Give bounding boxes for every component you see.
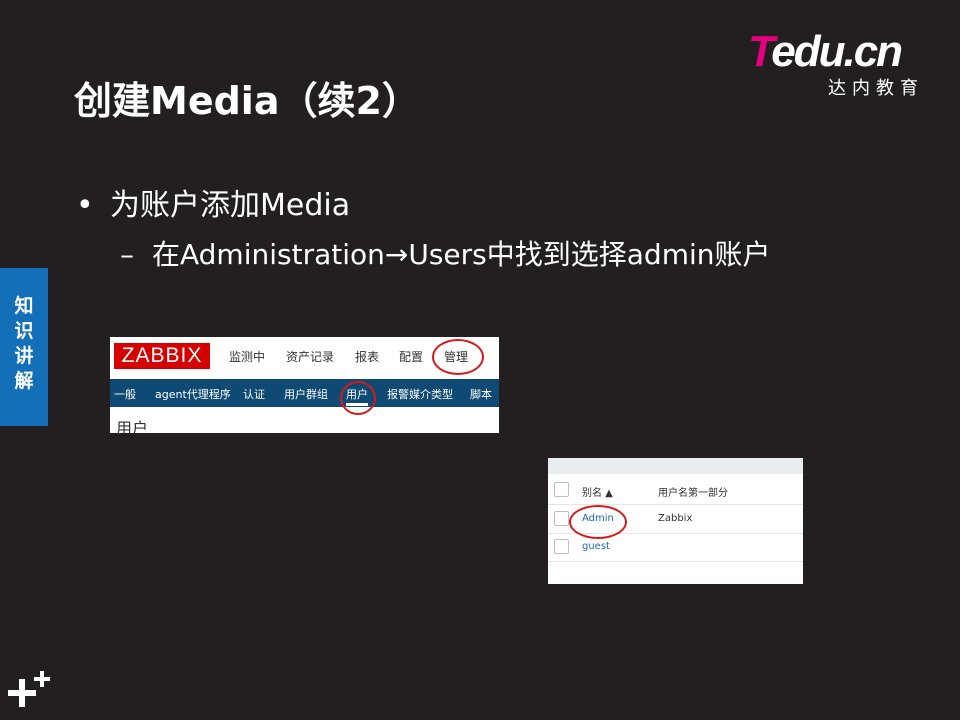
user-table-screenshot: 别名 ▲ 用户名第一部分 Admin Zabbix guest: [548, 458, 803, 584]
logo-wordmark-rest: edu.cn: [771, 27, 903, 76]
zabbix-logo: ZABBIX: [114, 343, 210, 369]
logo-wordmark-first: T: [748, 27, 773, 76]
user-alias-link[interactable]: guest: [582, 541, 610, 552]
slide-title: 创建Media（续2）: [74, 79, 420, 123]
select-all-checkbox[interactable]: [554, 482, 569, 497]
plus-decor-icon: [8, 671, 50, 707]
table-row: guest: [548, 534, 803, 562]
column-header-alias[interactable]: 别名 ▲: [582, 484, 613, 499]
row-checkbox[interactable]: [554, 511, 569, 526]
zabbix-nav-screenshot: ZABBIX 监测中 资产记录 报表 配置 管理 一般 agent代理程序 认证…: [110, 337, 499, 433]
tedu-logo: Tedu.cn 达内教育: [748, 27, 928, 100]
logo-wordmark: Tedu.cn: [748, 27, 903, 76]
annotation-circle-admin: [432, 339, 484, 375]
bullet-level2-text: 在Administration→Users中找到选择admin账户: [152, 238, 771, 271]
row-checkbox[interactable]: [554, 539, 569, 554]
logo-subtitle: 达内教育: [828, 78, 924, 99]
side-tab: 知识讲解: [0, 268, 48, 426]
submenu-authentication[interactable]: 认证: [243, 386, 265, 402]
annotation-circle-admin-user: [569, 505, 627, 539]
bullet-level1: • 为账户添加Media: [76, 180, 350, 224]
menu-inventory[interactable]: 资产记录: [286, 348, 334, 365]
table-top-strip: [548, 458, 803, 474]
submenu-user-groups[interactable]: 用户群组: [284, 386, 328, 402]
zabbix-page-title: 用户: [116, 419, 149, 433]
menu-monitoring[interactable]: 监测中: [229, 348, 265, 365]
menu-configuration[interactable]: 配置: [399, 348, 423, 365]
menu-reports[interactable]: 报表: [355, 348, 379, 365]
bullet-dot-icon: •: [76, 188, 94, 223]
table-header-row: 别名 ▲ 用户名第一部分: [548, 475, 803, 505]
submenu-scripts[interactable]: 脚本: [470, 386, 492, 402]
bullet-level2: – 在Administration→Users中找到选择admin账户: [120, 233, 771, 273]
side-tab-label: 知识讲解: [14, 295, 34, 392]
submenu-general[interactable]: 一般: [114, 386, 136, 402]
annotation-circle-users: [340, 381, 376, 415]
bullet-dash-icon: –: [120, 238, 134, 271]
submenu-media-types[interactable]: 报警媒介类型: [387, 386, 453, 402]
user-name-cell: Zabbix: [658, 513, 693, 524]
zabbix-sub-menu: 一般 agent代理程序 认证 用户群组 用户 报警媒介类型 脚本: [110, 379, 499, 407]
column-header-name[interactable]: 用户名第一部分: [658, 484, 728, 499]
submenu-proxies[interactable]: agent代理程序: [155, 386, 231, 402]
bullet-level1-text: 为账户添加Media: [110, 188, 351, 223]
